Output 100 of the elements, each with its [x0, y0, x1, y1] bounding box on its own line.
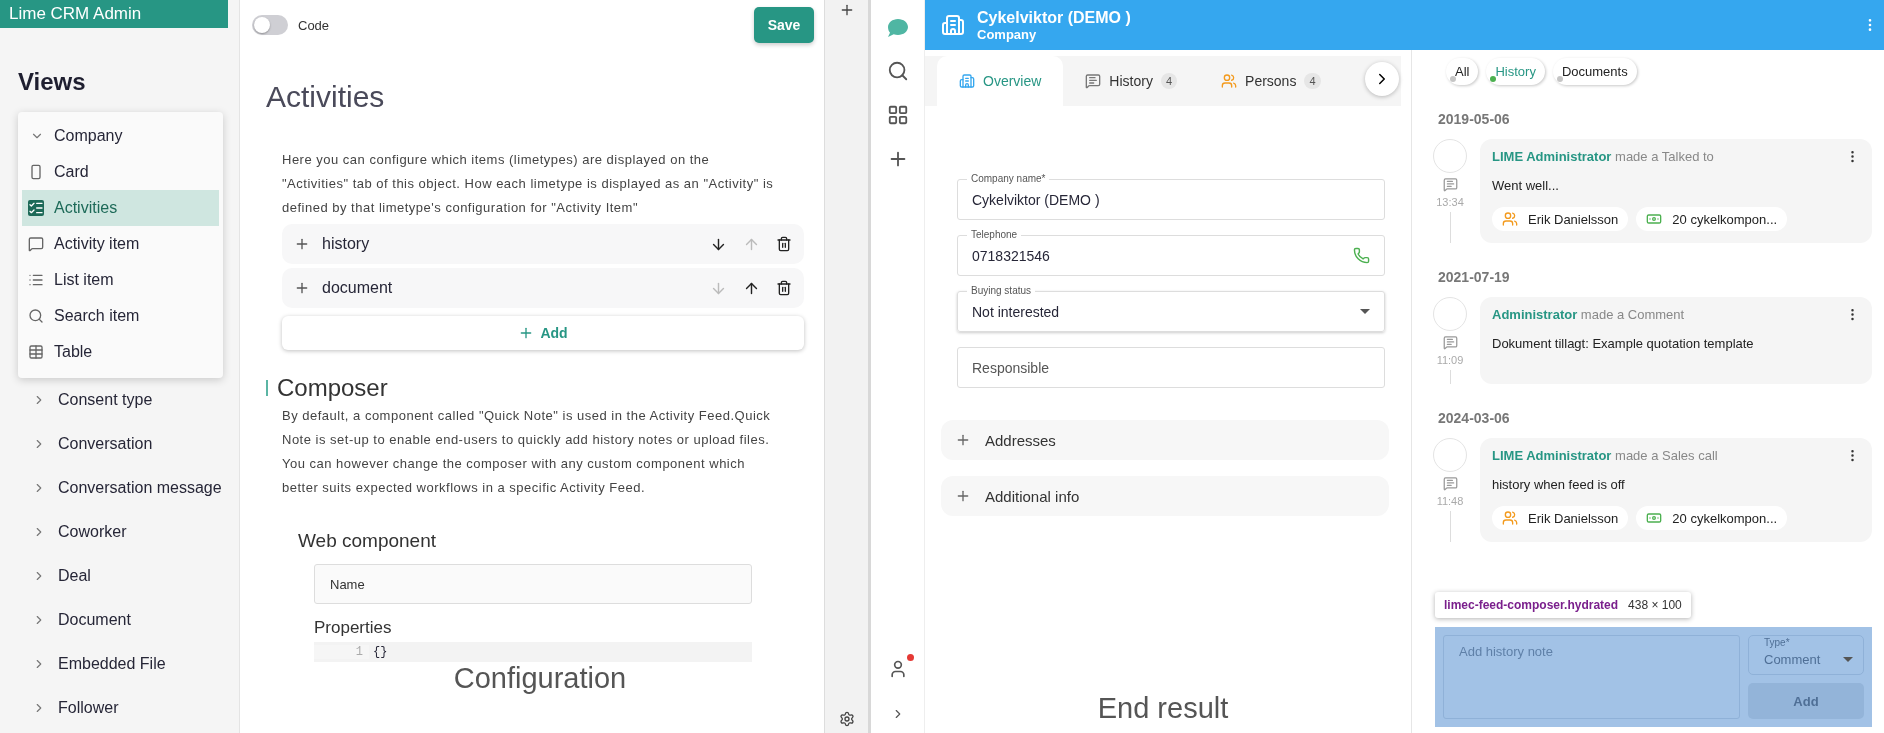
- section-header[interactable]: Additional info: [941, 476, 1389, 516]
- view-item[interactable]: Search item: [22, 298, 219, 334]
- avatar-icon: [1433, 297, 1467, 331]
- field-label: Company name*: [967, 172, 1050, 185]
- composer-heading: Composer: [277, 374, 388, 402]
- web-component-heading: Web component: [298, 530, 437, 552]
- tab[interactable]: Persons 4: [1199, 56, 1343, 106]
- settings-icon[interactable]: [838, 711, 855, 727]
- related-tag[interactable]: Erik Danielsson: [1492, 506, 1629, 530]
- comment-icon: [1085, 73, 1102, 89]
- plus-icon: [955, 488, 971, 504]
- tab[interactable]: History 4: [1063, 56, 1200, 106]
- avatar-icon: [1433, 139, 1467, 173]
- activity-text: history when feed is off: [1492, 477, 1626, 492]
- related-tag[interactable]: 20 cykelkompon...: [1636, 207, 1788, 231]
- plus-icon: [294, 280, 310, 296]
- view-item[interactable]: Card: [22, 154, 219, 190]
- add-button[interactable]: Add: [282, 316, 804, 350]
- element-name: limec-feed-composer.hydrated: [1444, 598, 1619, 612]
- time-text: 13:34: [1436, 196, 1464, 208]
- view-item[interactable]: Activities: [22, 190, 219, 226]
- caret-icon: [1360, 309, 1370, 314]
- tree-item[interactable]: Embedded File: [0, 642, 239, 686]
- record-title: Cykelviktor (DEMO ): [977, 8, 1132, 27]
- caret-icon: [1843, 656, 1853, 662]
- element-size: 438 × 100: [1628, 598, 1682, 612]
- comment-icon: [1442, 335, 1458, 350]
- activity-text: Dokument tillagt: Example quotation template: [1492, 336, 1755, 351]
- search-icon[interactable]: [886, 60, 909, 82]
- comment-icon: [1442, 177, 1458, 192]
- activity-title: LIME Administrator made a Talked to: [1492, 149, 1714, 164]
- tree-item[interactable]: Consent type: [0, 378, 239, 422]
- comment-icon: [1442, 476, 1458, 491]
- plus-icon: [955, 432, 971, 448]
- trash-icon: [776, 236, 792, 252]
- related-tag[interactable]: Erik Danielsson: [1492, 207, 1629, 231]
- table-icon: [28, 344, 44, 360]
- field-label: Buying status: [967, 284, 1036, 297]
- search-icon: [28, 308, 44, 324]
- tab[interactable]: Overview: [937, 56, 1064, 106]
- related-tag[interactable]: 20 cykelkompon...: [1636, 506, 1788, 530]
- comment-icon: [28, 236, 44, 252]
- tree-item[interactable]: Document: [0, 598, 239, 642]
- code-text: {}: [372, 645, 388, 659]
- date-heading: 2024-03-06: [1438, 410, 1511, 426]
- trash-icon: [776, 280, 792, 296]
- avatar-icon: [1433, 438, 1467, 472]
- views-heading: Views: [18, 68, 87, 96]
- view-item[interactable]: List item: [22, 262, 219, 298]
- view-item[interactable]: Table: [22, 334, 219, 370]
- activity-text: Went well...: [1492, 178, 1560, 193]
- code-switch[interactable]: [252, 15, 288, 35]
- description-text: Here you can configure which items (limetypes) are displayed on the "Activities" tab of this object. How each limetype is displayed as an "Activity" is defined by that limetype's configuration for "Activity Item": [282, 151, 774, 217]
- field-value: 0718321546: [972, 247, 1051, 264]
- save-button[interactable]: Save: [754, 7, 814, 43]
- tree-item[interactable]: Deal: [0, 554, 239, 598]
- building-icon: [941, 13, 965, 37]
- tree-item[interactable]: Conversation: [0, 422, 239, 466]
- field-value: Not interested: [972, 303, 1061, 320]
- view-item[interactable]: Activity item: [22, 226, 219, 262]
- field-value: Cykelviktor (DEMO ): [972, 191, 1101, 208]
- tree-item[interactable]: Conversation message: [0, 466, 239, 510]
- date-heading: 2021-07-19: [1438, 269, 1511, 285]
- filter-chip[interactable]: Documents: [1552, 58, 1637, 85]
- field-label: Telephone: [967, 228, 1022, 241]
- banknote-icon: [1646, 510, 1663, 526]
- filter-chip[interactable]: All: [1446, 58, 1479, 85]
- banknote-icon: [1646, 211, 1663, 227]
- field-value: Comment: [1764, 651, 1822, 667]
- activity-title: Administrator made a Comment: [1492, 307, 1685, 322]
- record-type: Company: [977, 26, 1038, 42]
- caption: Configuration: [452, 662, 628, 695]
- limetype-label: document: [322, 279, 394, 297]
- phone-icon[interactable]: [1353, 247, 1370, 264]
- persons-icon: [1221, 73, 1238, 89]
- app-title: Lime CRM Admin: [0, 0, 228, 28]
- persons-icon: [1502, 510, 1518, 526]
- section-header[interactable]: Addresses: [941, 420, 1389, 460]
- filter-chip[interactable]: History: [1486, 58, 1545, 85]
- grid-icon[interactable]: [886, 104, 909, 126]
- count-badge: 4: [1160, 73, 1178, 89]
- activity-title: LIME Administrator made a Sales call: [1492, 448, 1718, 463]
- time-text: 11:48: [1436, 495, 1464, 507]
- tree-item[interactable]: Coworker: [0, 510, 239, 554]
- page-title: Activities: [266, 80, 386, 114]
- properties-label: Properties: [314, 618, 393, 638]
- field-placeholder: Responsible: [972, 359, 1051, 376]
- card-icon: [28, 164, 44, 180]
- time-text: 11:09: [1436, 354, 1464, 366]
- caption: End result: [1096, 692, 1230, 725]
- note-field[interactable]: Add history note: [1443, 635, 1740, 719]
- name-field[interactable]: Name: [314, 564, 752, 604]
- tree-item[interactable]: Company: [22, 118, 219, 154]
- composer-description: By default, a component called "Quick Note" is used in the Activity Feed.Quick Note is set-up to enable end-users to quickly add history notes or upload files. You can however change the composer with any custom component which better suits expected workflows in a specific Activity Feed.: [282, 407, 772, 497]
- limetype-label: history: [322, 235, 371, 253]
- activities-icon: [28, 200, 44, 216]
- code-editor[interactable]: 1 {}: [314, 642, 752, 662]
- code-label: Code: [298, 17, 330, 33]
- tree-item[interactable]: Follower: [0, 686, 239, 730]
- plus-icon: [294, 236, 310, 252]
